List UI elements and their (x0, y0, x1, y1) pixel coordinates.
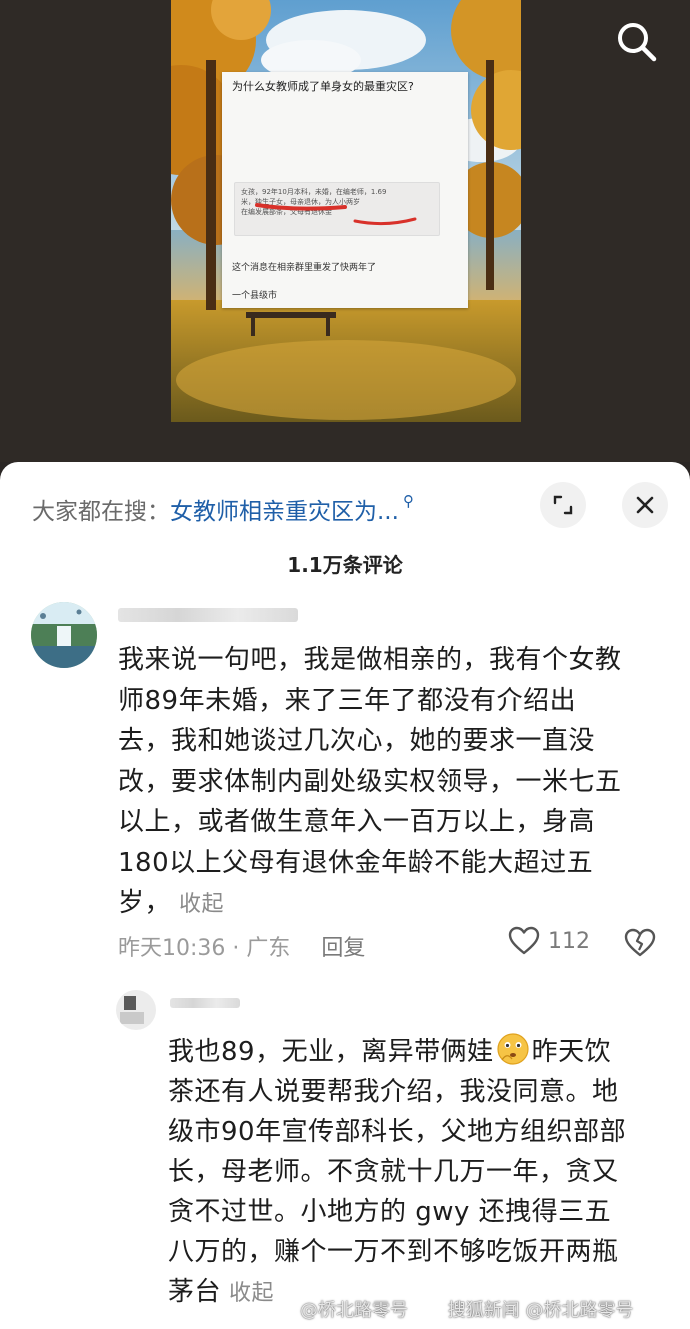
comment-line: 昨天饮 (531, 1037, 612, 1067)
comment-meta: 昨天10:36 · 广东 回复 (118, 930, 365, 962)
comment-line: 我来说一句吧，我是做相亲的，我有个女教 (118, 645, 622, 675)
broken-heart-icon (624, 928, 656, 957)
comment-line: 贪不过世。小地方的 gwy 还拽得三五 (168, 1197, 612, 1227)
comment-line: 改，要求体制内副处级实权领导，一米七五 (118, 766, 622, 797)
watermark: @桥北路零号 搜狐新闻 @桥北路零号 (300, 1296, 690, 1326)
avatar-image (116, 990, 156, 1030)
comment-line: 180以上父母有退休金年龄不能大超过五 (118, 847, 594, 878)
comment-line: 岁， (118, 888, 172, 918)
embedded-post-city: 一个县级市 (232, 291, 278, 301)
comment-line: 去，我和她谈过几次心，她的要求一直没 (118, 726, 596, 756)
username-blurred[interactable] (118, 608, 298, 622)
comment-line: 我也89，无业，离异带俩娃 (168, 1037, 494, 1067)
meta-separator: · (232, 936, 240, 961)
comment-line: 八万的，赚个一万不到不够吃饭开两瓶 (168, 1237, 619, 1267)
avatar[interactable] (116, 990, 156, 1030)
comment-line: 以上，或者做生意年入一百万以上，身高 (118, 807, 596, 837)
comment-location: 广东 (246, 936, 291, 961)
like-button[interactable]: 112 (508, 926, 590, 956)
search-icon (618, 23, 657, 62)
comment-count: 1.1万条评论 (287, 553, 403, 577)
close-button[interactable] (622, 482, 668, 528)
username-blurred[interactable] (170, 998, 240, 1008)
heart-icon (508, 926, 540, 955)
collapse-link[interactable]: 收起 (229, 1281, 274, 1306)
avatar[interactable] (31, 602, 97, 668)
weibo-watermark: @桥北路零号 (300, 1300, 408, 1321)
sohu-watermark: 搜狐新闻 @桥北路零号 (447, 1300, 634, 1321)
comment-body: 我也89，无业，离异带俩娃 昨天饮 茶还有人说要帮我介绍，我没同意。地 级市90… (168, 1032, 663, 1314)
hot-search-link[interactable]: 女教师相亲重灾区为... (170, 499, 399, 525)
embedded-post-note: 这个消息在相亲群里重发了快两年了 (232, 263, 377, 273)
thinking-emoji-icon (496, 1032, 530, 1066)
embedded-post-quote: 女孩，92年10月本科，未婚，在编老师，1.69 米，独生子女，母亲退休，为人小… (234, 182, 440, 236)
comment-sheet[interactable]: 大家都在搜：女教师相亲重灾区为... ⚲ 1.1万条评论 我来说一句吧，我是做相亲… (0, 462, 690, 1329)
video-area[interactable]: 为什么女教师成了单身女的最重灾区? 女孩，92年10月本科，未婚，在编老师，1.… (0, 0, 690, 462)
comment-line: 级市90年宣传部科长，父地方组织部部 (168, 1117, 627, 1147)
search-icon[interactable]: ⚲ (403, 492, 414, 510)
waterfall-avatar-image (31, 602, 97, 668)
hot-search-bar[interactable]: 大家都在搜：女教师相亲重灾区为... ⚲ (32, 492, 414, 526)
search-button[interactable] (612, 18, 660, 66)
comment-line: 茅台 (168, 1277, 222, 1307)
close-icon (636, 496, 654, 514)
red-scribble-mark (255, 203, 417, 226)
collapse-link[interactable]: 收起 (179, 892, 224, 917)
embedded-post-title: 为什么女教师成了单身女的最重灾区? (232, 80, 414, 93)
embedded-post-card: 为什么女教师成了单身女的最重灾区? 女孩，92年10月本科，未婚，在编老师，1.… (222, 72, 468, 308)
dislike-button[interactable] (624, 928, 656, 962)
comment-line: 茶还有人说要帮我介绍，我没同意。地 (168, 1077, 619, 1107)
like-count: 112 (548, 928, 590, 954)
reply-button[interactable]: 回复 (321, 936, 365, 961)
comment-line: 长，母老师。不贪就十几万一年，贪又 (168, 1157, 619, 1187)
comment-body: 我来说一句吧，我是做相亲的，我有个女教 师89年未婚，来了三年了都没有介绍出 去… (118, 640, 663, 926)
expand-icon (553, 495, 573, 515)
hot-search-prefix: 大家都在搜： (32, 499, 170, 525)
comment-line: 师89年未婚，来了三年了都没有介绍出 (118, 685, 577, 716)
expand-button[interactable] (540, 482, 586, 528)
comment-time: 昨天10:36 (118, 936, 226, 961)
